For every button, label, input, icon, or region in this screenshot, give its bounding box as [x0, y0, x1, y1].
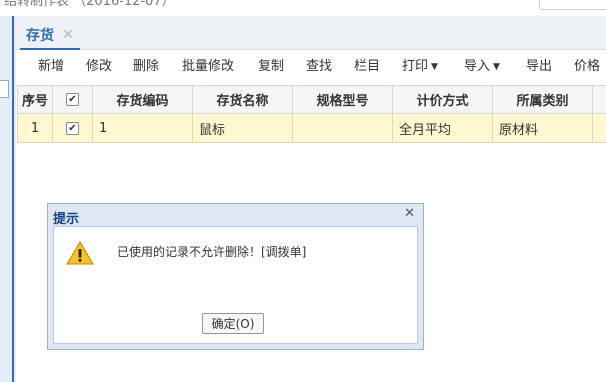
price-button[interactable]: 价格	[574, 50, 600, 84]
import-button[interactable]: 导入 ▼	[464, 50, 500, 84]
warning-icon	[66, 241, 94, 265]
header-select-all[interactable]: ✔	[52, 85, 93, 114]
dialog-message: 已使用的记录不允许删除！[调拨单]	[117, 245, 307, 259]
row-checkbox[interactable]: ✔	[66, 121, 79, 135]
row-valuation[interactable]: 全月平均	[392, 113, 493, 143]
print-button[interactable]: 打印 ▼	[402, 50, 438, 84]
inventory-grid: 序号 ✔ 存货编码 存货名称 规格型号 计价方式 所属类别 1 ✔ 1 鼠标 全…	[17, 85, 606, 143]
tab-inventory[interactable]: 存货 ✕	[20, 22, 80, 50]
tab-close-icon[interactable]: ✕	[62, 27, 74, 43]
chevron-down-icon: ▼	[493, 62, 500, 72]
row-code[interactable]: 1	[92, 113, 193, 143]
dialog-title: 提示	[53, 212, 80, 227]
alert-dialog: 提示 ✕ 已使用的记录不允许删除！[调拨单] 确定(O)	[47, 203, 424, 350]
window-top-strip: 结转制作表 （2016-12-07）	[0, 0, 606, 16]
header-category[interactable]: 所属类别	[492, 85, 593, 114]
row-select-cell[interactable]: ✔	[52, 113, 93, 143]
delete-button[interactable]: 删除	[133, 50, 159, 84]
header-code[interactable]: 存货编码	[92, 85, 193, 114]
row-name[interactable]: 鼠标	[192, 113, 293, 143]
grid-header-row: 序号 ✔ 存货编码 存货名称 规格型号 计价方式 所属类别	[17, 85, 606, 114]
find-button[interactable]: 查找	[306, 50, 332, 84]
row-extra	[592, 113, 606, 143]
tab-label: 存货	[26, 28, 54, 44]
row-spec[interactable]	[292, 113, 393, 143]
export-button[interactable]: 导出	[526, 50, 552, 84]
header-valuation[interactable]: 计价方式	[392, 85, 493, 114]
select-all-checkbox[interactable]: ✔	[66, 93, 79, 106]
batch-edit-button[interactable]: 批量修改	[182, 50, 234, 84]
import-label: 导入	[464, 59, 491, 74]
header-index[interactable]: 序号	[17, 85, 53, 114]
header-name[interactable]: 存货名称	[192, 85, 293, 114]
header-spec[interactable]: 规格型号	[292, 85, 393, 114]
columns-button[interactable]: 栏目	[354, 50, 380, 84]
dialog-body: 已使用的记录不允许删除！[调拨单] 确定(O)	[53, 226, 418, 344]
table-row[interactable]: 1 ✔ 1 鼠标 全月平均 原材料	[17, 113, 606, 143]
toolbar: 新增 修改 删除 批量修改 复制 查找 栏目 打印 ▼ 导入 ▼ 导出 价格	[16, 50, 606, 84]
window-top-text: 结转制作表 （2016-12-07）	[4, 0, 175, 9]
chevron-down-icon: ▼	[431, 62, 438, 72]
print-label: 打印	[402, 59, 429, 74]
close-icon[interactable]: ✕	[404, 206, 415, 221]
row-category[interactable]: 原材料	[492, 113, 593, 143]
top-search-box[interactable]	[539, 0, 606, 10]
row-index: 1	[17, 113, 53, 143]
edit-button[interactable]: 修改	[86, 50, 112, 84]
tab-bar: 存货 ✕	[16, 16, 606, 50]
collapse-handle[interactable]	[0, 80, 9, 98]
header-extra	[592, 85, 606, 114]
ok-button[interactable]: 确定(O)	[202, 313, 264, 334]
left-rail-divider	[12, 16, 14, 382]
add-button[interactable]: 新增	[38, 50, 64, 84]
copy-button[interactable]: 复制	[258, 50, 284, 84]
